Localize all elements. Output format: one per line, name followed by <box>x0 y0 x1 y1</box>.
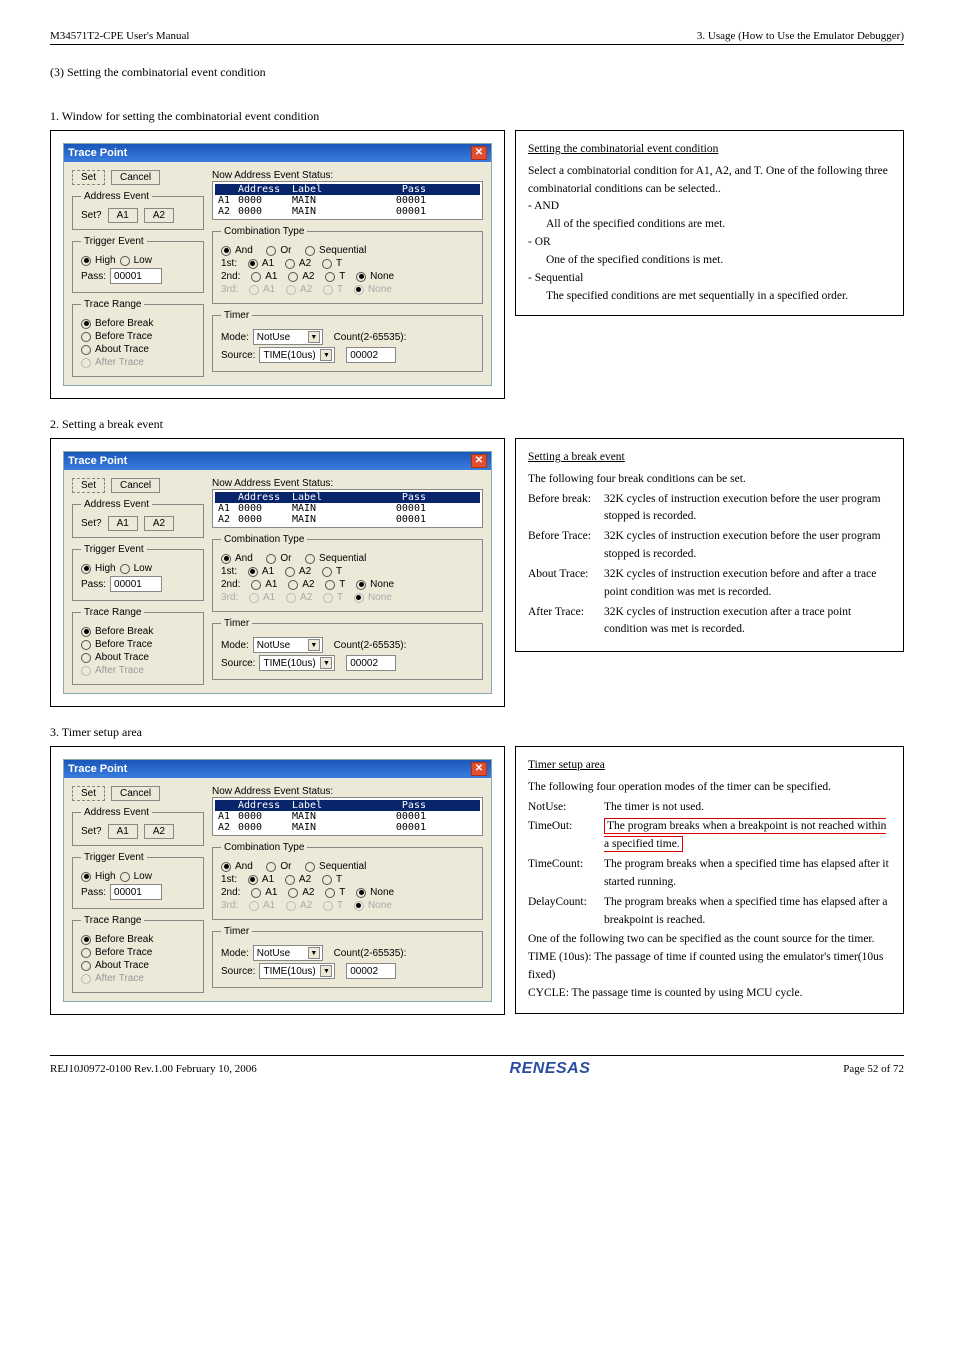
step-3-heading: 3. Timer setup area <box>50 725 904 740</box>
renesas-logo: RENESAS <box>510 1060 591 1078</box>
cancel-button[interactable]: Cancel <box>111 170 160 185</box>
before-trace-radio[interactable] <box>81 332 91 342</box>
mode-combo[interactable]: NotUse▼ <box>253 329 323 345</box>
screenshot-3: Trace Point✕ SetCancel Address EventSet?… <box>50 746 505 1015</box>
chevron-down-icon: ▼ <box>308 331 320 343</box>
footer-page: Page 52 of 72 <box>843 1063 904 1075</box>
pass-input[interactable] <box>110 268 162 284</box>
timeout-highlight: The program breaks when a breakpoint is … <box>604 818 886 852</box>
screenshot-1: Trace Point ✕ Set Cancel Address Event S… <box>50 130 505 399</box>
count-input[interactable] <box>346 347 396 363</box>
about-trace-radio[interactable] <box>81 345 91 355</box>
trigger-event-group: Trigger Event High Low Pass: <box>72 236 204 293</box>
close-icon[interactable]: ✕ <box>471 454 487 468</box>
or-radio[interactable] <box>266 246 276 256</box>
close-icon[interactable]: ✕ <box>471 762 487 776</box>
dialog-titlebar: Trace Point ✕ <box>64 144 491 162</box>
close-icon[interactable]: ✕ <box>471 146 487 160</box>
address-event-group: Address Event Set? A1 A2 <box>72 191 204 230</box>
source-combo[interactable]: TIME(10us)▼ <box>259 347 335 363</box>
screenshot-2: Trace Point✕ SetCancel Address EventSet?… <box>50 438 505 707</box>
timer-group: Timer Mode: NotUse▼ Count(2-65535): Sour… <box>212 310 483 372</box>
and-radio[interactable] <box>221 246 231 256</box>
trace-range-group: Trace Range Before Break Before Trace Ab… <box>72 299 204 377</box>
header-left: M34571T2-CPE User's Manual <box>50 30 189 42</box>
combination-type-group: Combination Type And Or Sequential 1st: … <box>212 226 483 304</box>
set-button[interactable]: Set <box>72 170 105 185</box>
sequential-radio[interactable] <box>305 246 315 256</box>
chevron-down-icon: ▼ <box>320 349 332 361</box>
section-3-heading: (3) Setting the combinatorial event cond… <box>50 65 904 80</box>
callout-1: Setting the combinatorial event conditio… <box>515 130 904 316</box>
callout-3: Timer setup area The following four oper… <box>515 746 904 1014</box>
step-1-heading: 1. Window for setting the combinatorial … <box>50 109 904 124</box>
before-break-radio[interactable] <box>81 319 91 329</box>
status-table: AddressLabelPass A10000MAIN00001 A20000M… <box>212 181 483 220</box>
dialog-title: Trace Point <box>68 147 127 159</box>
callout-2: Setting a break event The following four… <box>515 438 904 652</box>
a2-button[interactable]: A2 <box>144 208 174 223</box>
step-2-heading: 2. Setting a break event <box>50 417 904 432</box>
header-right: 3. Usage (How to Use the Emulator Debugg… <box>697 30 904 42</box>
low-radio[interactable] <box>120 256 130 266</box>
a1-button[interactable]: A1 <box>108 208 138 223</box>
footer-left: REJ10J0972-0100 Rev.1.00 February 10, 20… <box>50 1063 257 1075</box>
high-radio[interactable] <box>81 256 91 266</box>
after-trace-radio <box>81 358 91 368</box>
